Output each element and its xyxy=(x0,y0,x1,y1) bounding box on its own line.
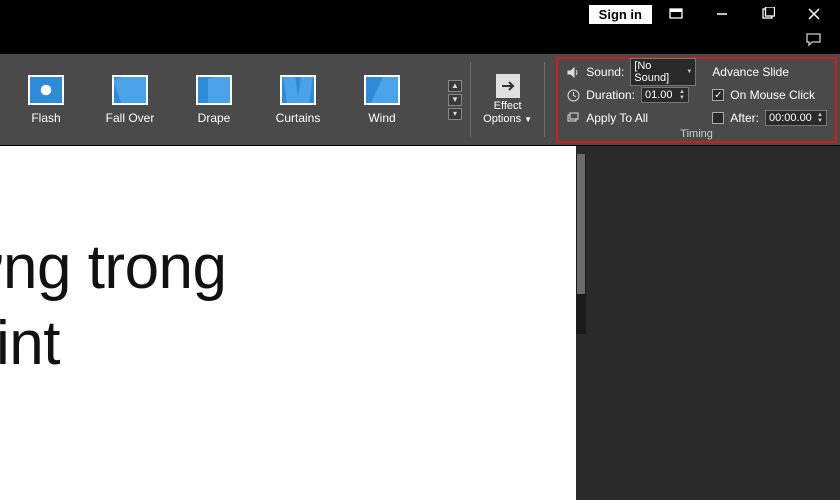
chevron-down-icon: ▼ xyxy=(524,115,532,124)
scrollbar-thumb[interactable] xyxy=(577,154,585,294)
transition-wind[interactable]: Wind xyxy=(354,75,410,125)
apply-all-icon xyxy=(566,111,580,125)
slide-title-text: ứng trong oint xyxy=(0,230,227,381)
on-mouse-click-checkbox[interactable]: ✓ xyxy=(712,89,724,101)
gallery-more-button[interactable]: ▾ xyxy=(448,108,462,120)
transition-curtains[interactable]: Curtains xyxy=(270,75,326,125)
maximize-button[interactable] xyxy=(746,2,790,26)
transition-gallery-scroll: ▲ ▼ ▾ xyxy=(448,80,462,120)
comments-icon xyxy=(806,33,822,47)
after-label: After: xyxy=(730,111,759,125)
wind-icon xyxy=(364,75,400,105)
work-area: ứng trong oint xyxy=(0,146,840,500)
transition-fall-over[interactable]: Fall Over xyxy=(102,75,158,125)
effect-options-button[interactable]: Effect Options ▼ xyxy=(479,54,536,145)
sound-label: Sound: xyxy=(586,65,624,79)
ribbon-transitions-tab: Flash Fall Over Drape Curtains Wind ▲ ▼ … xyxy=(0,54,840,146)
minimize-icon xyxy=(715,7,729,21)
collapsed-ribbon-bar xyxy=(0,28,840,54)
clock-icon xyxy=(566,88,580,102)
title-bar: Sign in xyxy=(0,0,840,28)
slide-canvas[interactable]: ứng trong oint xyxy=(0,146,576,500)
timing-group-label: Timing xyxy=(680,128,713,140)
ribbon-display-icon xyxy=(669,7,683,21)
curtains-icon xyxy=(280,75,316,105)
gallery-down-button[interactable]: ▼ xyxy=(448,94,462,106)
comments-button[interactable] xyxy=(806,33,822,50)
ribbon-display-options-button[interactable] xyxy=(654,2,698,26)
after-checkbox[interactable] xyxy=(712,112,724,124)
close-button[interactable] xyxy=(792,2,836,26)
duration-spinner[interactable]: 01.00 ▲▼ xyxy=(641,87,689,103)
minimize-button[interactable] xyxy=(700,2,744,26)
sound-icon xyxy=(566,65,580,79)
vertical-scrollbar[interactable] xyxy=(576,154,586,334)
fall-over-icon xyxy=(112,75,148,105)
right-pane xyxy=(576,146,840,500)
sign-in-button[interactable]: Sign in xyxy=(589,5,652,24)
gallery-up-button[interactable]: ▲ xyxy=(448,80,462,92)
on-mouse-click-label: On Mouse Click xyxy=(730,88,815,102)
advance-slide-heading: Advance Slide xyxy=(712,65,789,79)
sound-dropdown[interactable]: [No Sound] ▼ xyxy=(630,58,696,86)
ribbon-divider xyxy=(544,62,545,137)
transition-drape[interactable]: Drape xyxy=(186,75,242,125)
maximize-icon xyxy=(761,7,775,21)
apply-to-all-button[interactable]: Apply To All xyxy=(566,109,696,127)
chevron-down-icon: ▼ xyxy=(686,69,692,75)
transition-gallery: Flash Fall Over Drape Curtains Wind ▲ ▼ … xyxy=(0,54,462,145)
transition-flash[interactable]: Flash xyxy=(18,75,74,125)
flash-icon xyxy=(28,75,64,105)
after-time-spinner[interactable]: 00:00.00 ▲▼ xyxy=(765,110,827,126)
effect-options-icon xyxy=(496,74,520,98)
close-icon xyxy=(807,7,821,21)
drape-icon xyxy=(196,75,232,105)
ribbon-divider xyxy=(470,62,471,137)
duration-label: Duration: xyxy=(586,88,635,102)
timing-group: Sound: [No Sound] ▼ Duration: 01.00 ▲▼ xyxy=(556,57,837,143)
